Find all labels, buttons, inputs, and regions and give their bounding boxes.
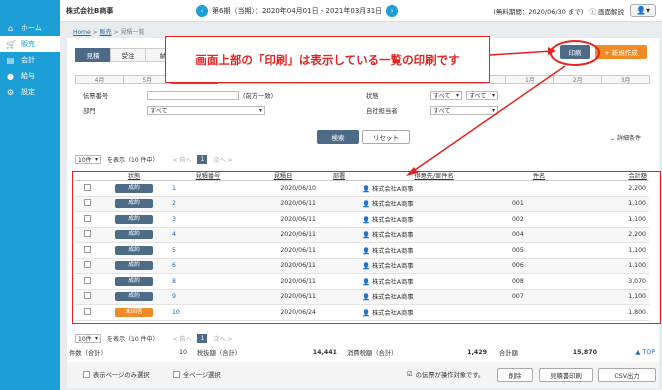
- annotation-callout: 画面上部の「印刷」は表示している一覧の印刷です: [165, 36, 490, 83]
- arrow-head-print: [548, 47, 556, 55]
- arrow-to-print: [489, 50, 553, 56]
